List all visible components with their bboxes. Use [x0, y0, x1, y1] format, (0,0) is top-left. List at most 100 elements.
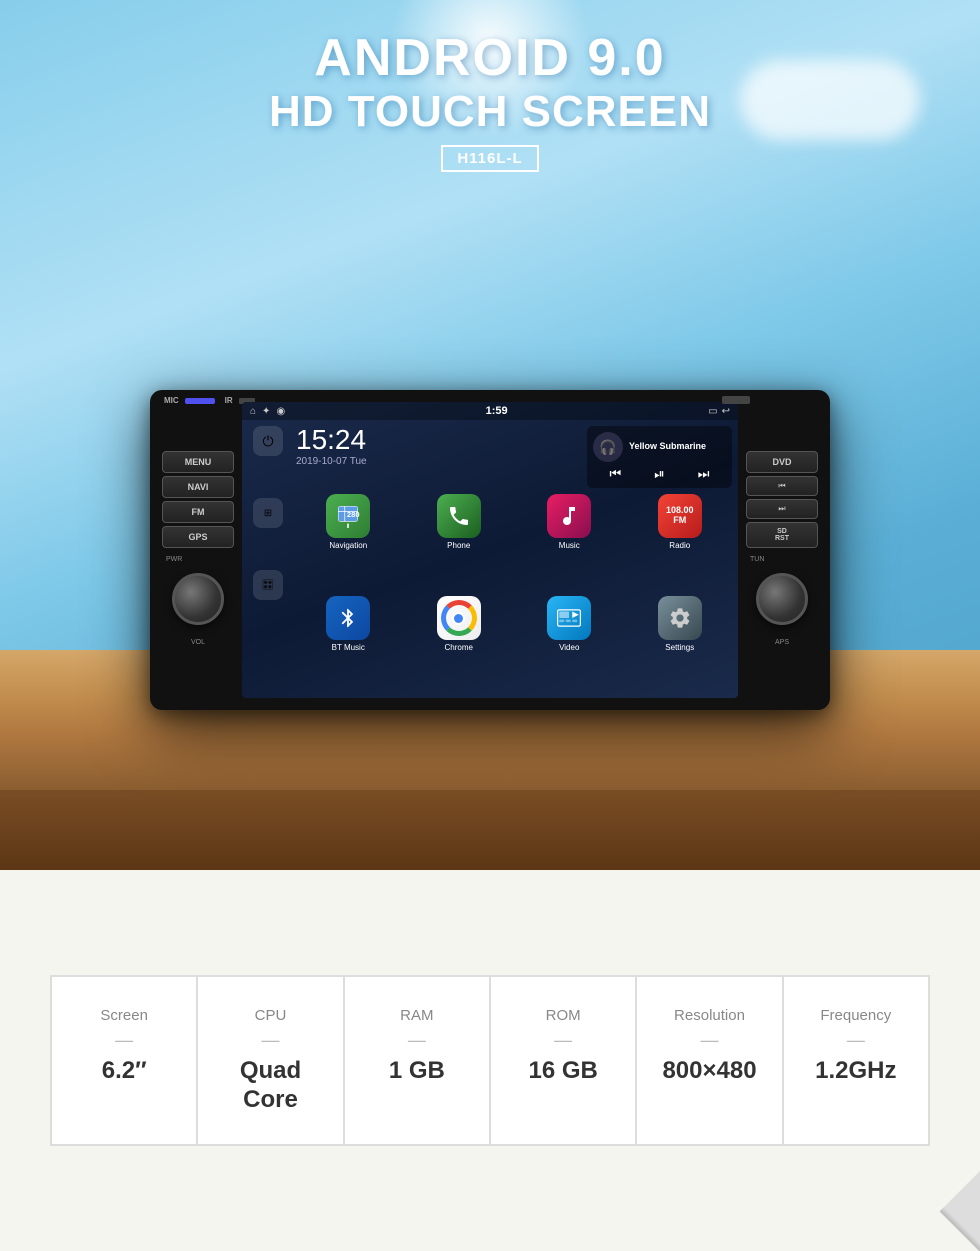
frequency-label: Frequency	[804, 1007, 908, 1024]
app-radio[interactable]: 108.00FM Radio	[628, 494, 733, 590]
play-pause-button[interactable]: ⏯	[654, 466, 664, 482]
aps-label: APS	[775, 639, 789, 646]
volume-knob[interactable]	[172, 573, 224, 625]
app-music[interactable]: Music	[517, 494, 622, 590]
music-top: 🎧 Yellow Submarine	[593, 432, 726, 462]
spec-rom: ROM — 16 GB	[490, 976, 636, 1146]
app-chrome[interactable]: Chrome	[407, 596, 512, 692]
music-app-icon	[547, 494, 591, 538]
app-bt-music[interactable]: BT Music	[296, 596, 401, 692]
rom-value: 16 GB	[511, 1057, 615, 1086]
screen-value: 6.2″	[72, 1057, 176, 1086]
mic-label: MIC	[164, 396, 179, 405]
fm-button[interactable]: FM	[162, 501, 234, 523]
cpu-label: CPU	[218, 1007, 322, 1024]
app-video[interactable]: Video	[517, 596, 622, 692]
radio-label: Radio	[669, 541, 690, 550]
title-line2: HD TOUCH SCREEN	[269, 87, 711, 137]
video-label: Video	[559, 643, 579, 652]
gps-button[interactable]: GPS	[162, 526, 234, 548]
ram-label: RAM	[365, 1007, 469, 1024]
music-controls: ⏮ ⏯ ⏭	[593, 466, 726, 482]
radio-icon: 108.00FM	[658, 494, 702, 538]
status-right-icons: ▭ ↩	[708, 406, 730, 417]
svg-text:280: 280	[347, 510, 360, 519]
tuning-knob-area	[746, 573, 818, 625]
spec-cpu: CPU — QuadCore	[197, 976, 343, 1146]
clock-date: 2019-10-07 Tue	[296, 456, 581, 467]
spec-ram: RAM — 1 GB	[344, 976, 490, 1146]
video-icon	[547, 596, 591, 640]
music-label: Music	[559, 541, 580, 550]
navigation-icon: 280	[326, 494, 370, 538]
spec-frequency: Frequency — 1.2GHz	[783, 976, 929, 1146]
settings-label: Settings	[665, 643, 694, 652]
status-left-icons: ⌂ ✦ ◉	[250, 406, 285, 417]
settings-icon	[658, 596, 702, 640]
tuning-knob[interactable]	[756, 573, 808, 625]
ram-value: 1 GB	[365, 1057, 469, 1086]
brightness-icon: ✦	[262, 406, 270, 417]
shelf-front	[0, 790, 980, 870]
chrome-label: Chrome	[445, 643, 473, 652]
bt-music-label: BT Music	[332, 643, 365, 652]
music-widget: 🎧 Yellow Submarine ⏮ ⏯ ⏭	[587, 426, 732, 488]
tun-label: TUN	[750, 556, 764, 563]
left-home-icons: ⏻ ⊞ 🎛	[248, 426, 288, 692]
pwr-label: PWR	[166, 556, 182, 563]
app-settings[interactable]: Settings	[628, 596, 733, 692]
hero-section: ANDROID 9.0 HD TOUCH SCREEN H116L-L MIC …	[0, 0, 980, 870]
rom-label: ROM	[511, 1007, 615, 1024]
ram-divider: —	[365, 1030, 469, 1051]
home-status-icon: ⌂	[250, 406, 256, 417]
phone-icon	[437, 494, 481, 538]
left-panel: MENU NAVI FM GPS PWR VOL	[162, 451, 234, 649]
top-row: 15:24 2019-10-07 Tue 🎧 Yellow Submarine …	[296, 426, 732, 488]
title-line1: ANDROID 9.0	[269, 30, 711, 87]
volume-knob-area	[162, 573, 234, 625]
hero-title: ANDROID 9.0 HD TOUCH SCREEN H116L-L	[269, 30, 711, 172]
specs-section: Screen — 6.2″ CPU — QuadCore RAM — 1 GB …	[0, 870, 980, 1251]
clock-time: 15:24	[296, 426, 581, 454]
ff-btn[interactable]: ⏭	[746, 499, 818, 519]
device-screen: ⌂ ✦ ◉ 1:59 ▭ ↩ ⏻ ⊞	[242, 402, 738, 698]
chrome-app-icon	[437, 596, 481, 640]
mic-indicator	[185, 398, 215, 404]
equalizer-icon[interactable]: 🎛	[253, 570, 283, 600]
menu-button[interactable]: MENU	[162, 451, 234, 473]
app-navigation[interactable]: 280 Navigation	[296, 494, 401, 590]
mic-area: MIC IR	[164, 396, 255, 405]
music-album-icon: 🎧	[593, 432, 623, 462]
home-content: ⏻ ⊞ 🎛 15:24 2019-10-07 Tue	[242, 420, 738, 698]
spec-screen: Screen — 6.2″	[51, 976, 197, 1146]
cpu-divider: —	[218, 1030, 322, 1051]
prev-track-button[interactable]: ⏮	[610, 466, 622, 482]
ir-label: IR	[225, 396, 233, 405]
bt-music-icon	[326, 596, 370, 640]
specs-grid: Screen — 6.2″ CPU — QuadCore RAM — 1 GB …	[50, 975, 930, 1147]
main-home: 15:24 2019-10-07 Tue 🎧 Yellow Submarine …	[296, 426, 732, 692]
right-buttons: DVD ⏮ ⏭ SDRST	[746, 451, 818, 548]
spec-resolution: Resolution — 800×480	[636, 976, 782, 1146]
resolution-label: Resolution	[657, 1007, 761, 1024]
rom-divider: —	[511, 1030, 615, 1051]
prev-btn[interactable]: ⏮	[746, 476, 818, 496]
sd-rst-button[interactable]: SDRST	[746, 522, 818, 548]
power-icon[interactable]: ⏻	[253, 426, 283, 456]
navigation-label: Navigation	[329, 541, 367, 550]
vol-label: VOL	[191, 639, 205, 646]
app-phone[interactable]: Phone	[407, 494, 512, 590]
device-wrapper: MIC IR MENU NAVI FM GPS PWR	[150, 390, 830, 710]
resolution-value: 800×480	[657, 1057, 761, 1086]
next-track-button[interactable]: ⏭	[698, 466, 710, 482]
apps-grid-icon[interactable]: ⊞	[253, 498, 283, 528]
frequency-value: 1.2GHz	[804, 1057, 908, 1086]
status-time: 1:59	[486, 405, 508, 417]
dvd-button[interactable]: DVD	[746, 451, 818, 473]
navi-button[interactable]: NAVI	[162, 476, 234, 498]
screen-divider: —	[72, 1030, 176, 1051]
car-stereo-device: MIC IR MENU NAVI FM GPS PWR	[150, 390, 830, 710]
phone-label: Phone	[447, 541, 470, 550]
screen-label: Screen	[72, 1007, 176, 1024]
model-badge: H116L-L	[441, 145, 538, 172]
